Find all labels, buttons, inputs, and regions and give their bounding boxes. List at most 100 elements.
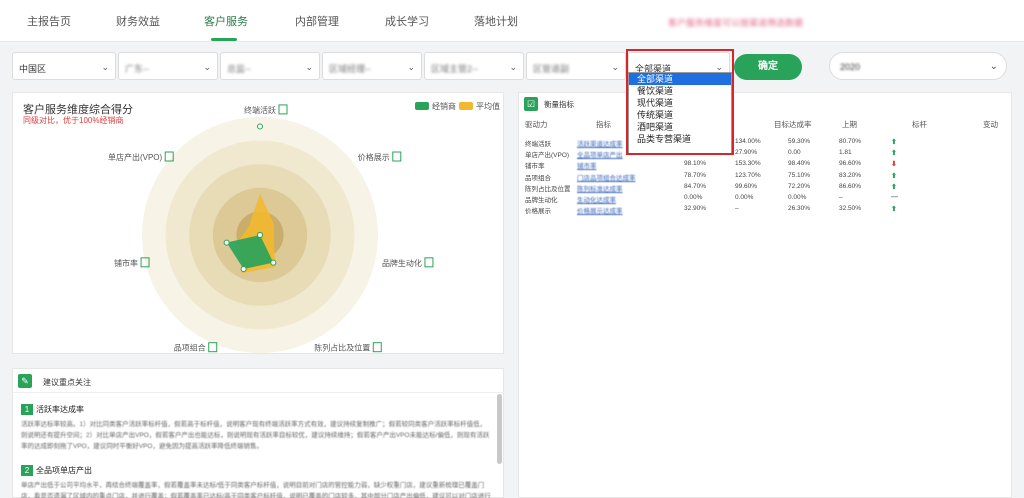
radar-card: 客户服务维度综合得分 同级对比，优于100%经销商 经销商 平均值 终端活跃 价格… bbox=[12, 92, 504, 354]
tab-internal-management[interactable]: 内部管理 bbox=[295, 13, 339, 29]
advice-item-number: 1 bbox=[21, 404, 33, 415]
advice-item-title: 全品项单店产出 bbox=[36, 466, 92, 475]
cell-prev: 32.50% bbox=[839, 205, 862, 213]
kpi-table-card: ☑ 衡量指标 驱动力 指标 目标达成率 上期 标杆 变动 终端活跃 活跃渠道达成率… bbox=[518, 92, 1012, 498]
table-row: 铺市率 铺市率 98.10% 153.30% 98.40% 96.60% ⬇ bbox=[519, 159, 1013, 170]
province-select-value: 广东-- bbox=[125, 64, 149, 74]
active-tab-indicator bbox=[211, 38, 237, 41]
cell-indicator[interactable]: 价格展示达成率 bbox=[577, 205, 623, 215]
cell-driver: 铺市率 bbox=[525, 163, 545, 171]
region-select[interactable]: 中国区 ⌄ bbox=[12, 52, 116, 80]
dash-icon: — bbox=[891, 194, 898, 201]
channel-option[interactable]: 全部渠道 bbox=[629, 73, 731, 85]
confirm-button[interactable]: 确定 bbox=[734, 54, 802, 80]
cell-driver: 终端活跃 bbox=[525, 141, 551, 148]
table-row: 陈列占比及位置 陈列标准达成率 84.70% 99.60% 72.20% 86.60% ⬆ bbox=[519, 182, 1013, 193]
director-select[interactable]: 总监-- ⌄ bbox=[220, 52, 320, 80]
advice-item-body: 单店产出低于公司平均水平，再结合终端覆盖率，假若覆盖率未达标/低于同类客户标杆值… bbox=[21, 482, 491, 498]
cell-target: 0.00% bbox=[788, 194, 807, 201]
cell-indicator[interactable]: 全品项单店产出 bbox=[577, 149, 623, 159]
channel-option[interactable]: 酒吧渠道 bbox=[629, 121, 731, 133]
tab-landing-plan[interactable]: 落地计划 bbox=[474, 13, 518, 29]
radar-point bbox=[240, 266, 247, 273]
report-icon bbox=[392, 151, 402, 162]
top-nav: 主报告页 财务效益 客户服务 内部管理 成长学习 落地计划 客户服务维度可以按渠… bbox=[0, 0, 1024, 42]
cell-v2: – bbox=[735, 205, 739, 213]
tab-customer-service[interactable]: 客户服务 bbox=[204, 13, 248, 29]
cell-prev: 96.60% bbox=[839, 160, 862, 168]
channel-option[interactable]: 现代渠道 bbox=[629, 97, 731, 109]
kpi-table-title: 衡量指标 bbox=[544, 100, 574, 109]
radar-axis-label: 单店产出(VPO) bbox=[108, 152, 163, 162]
channel-option[interactable]: 传统渠道 bbox=[629, 109, 731, 121]
chevron-down-icon: ⌄ bbox=[101, 62, 109, 72]
cell-driver: 单店产出(VPO) bbox=[525, 152, 570, 160]
tab-finance[interactable]: 财务效益 bbox=[116, 13, 160, 29]
radar-axis-label: 品牌生动化 bbox=[382, 258, 422, 268]
arrow-down-icon: ⬇ bbox=[891, 161, 897, 169]
tab-growth-learning[interactable]: 成长学习 bbox=[385, 13, 429, 29]
deputy-select-value: 区管道副 bbox=[533, 64, 570, 74]
deputy-select[interactable]: 区管道副 ⌄ bbox=[526, 52, 626, 80]
area-supervisor-select-value: 区域主管2-- bbox=[431, 64, 478, 74]
cell-prev: 80.70% bbox=[839, 138, 862, 145]
table-row: 单店产出(VPO) 全品项单店产出 27.90% 0.00 1.81 ⬆ bbox=[519, 148, 1013, 159]
cell-indicator[interactable]: 活跃渠道达成率 bbox=[577, 138, 623, 148]
cell-v2: 123.70% bbox=[735, 171, 761, 179]
cell-v2: 0.00% bbox=[735, 194, 754, 201]
cell-driver: 品牌生动化 bbox=[525, 197, 558, 204]
cell-v2: 153.30% bbox=[735, 160, 761, 168]
cell-v1: 98.10% bbox=[684, 160, 707, 168]
cell-prev: 83.20% bbox=[839, 171, 862, 179]
cell-target: 26.30% bbox=[788, 205, 811, 213]
advice-item-number: 2 bbox=[21, 465, 33, 476]
cell-driver: 品项组合 bbox=[525, 174, 551, 182]
radar-chart: 终端活跃价格展示品牌生动化陈列占比及位置 品项组合 铺市率 单店产出(VPO) bbox=[108, 104, 434, 353]
chevron-down-icon: ⌄ bbox=[203, 62, 211, 72]
advice-title: 建议重点关注 bbox=[43, 378, 91, 387]
cell-indicator[interactable]: 陈列标准达成率 bbox=[577, 183, 623, 193]
chevron-down-icon: ⌄ bbox=[611, 62, 619, 72]
radar-axis-label: 终端活跃 bbox=[244, 105, 276, 115]
date-select[interactable]: 2020 ⌄ bbox=[829, 52, 1007, 80]
cell-indicator[interactable]: 铺市率 bbox=[577, 160, 597, 170]
cell-prev: – bbox=[839, 194, 843, 201]
arrow-up-icon: ⬆ bbox=[891, 183, 897, 191]
radar-axis-label: 陈列占比及位置 bbox=[314, 343, 370, 353]
area-supervisor-select[interactable]: 区域主管2-- ⌄ bbox=[424, 52, 524, 80]
table-row: 品项组合 门店品项组合达成率 78.70% 123.70% 75.10% 83.20% ⬆ bbox=[519, 171, 1013, 182]
channel-option[interactable]: 餐饮渠道 bbox=[629, 85, 731, 97]
report-icon bbox=[424, 257, 434, 268]
tab-main-report[interactable]: 主报告页 bbox=[27, 13, 71, 29]
cell-target: 0.00 bbox=[788, 149, 801, 157]
chevron-down-icon: ⌄ bbox=[989, 61, 998, 72]
cell-v2: 134.00% bbox=[735, 138, 761, 145]
column-header-indicator: 指标 bbox=[596, 120, 611, 129]
region-select-value: 中国区 bbox=[19, 64, 47, 74]
cell-v1: 84.70% bbox=[684, 182, 707, 190]
cell-prev: 86.60% bbox=[839, 182, 862, 190]
advice-item-body: 活跃率达标率较高。1）对比同类客户活跃率标杆值，假若高于标杆值，说明客户现有终端… bbox=[21, 421, 490, 450]
area-manager-select[interactable]: 区域经理-- ⌄ bbox=[322, 52, 422, 80]
province-select[interactable]: 广东-- ⌄ bbox=[118, 52, 218, 80]
cell-target: 59.30% bbox=[788, 138, 811, 145]
chevron-down-icon: ⌄ bbox=[509, 62, 517, 72]
area-manager-select-value: 区域经理-- bbox=[329, 64, 371, 74]
radar-point bbox=[257, 123, 263, 130]
radar-point bbox=[223, 239, 230, 246]
director-select-value: 总监-- bbox=[227, 64, 251, 74]
channel-dropdown: 全部渠道 餐饮渠道 现代渠道 传统渠道 酒吧渠道 品类专营渠道 bbox=[628, 72, 732, 154]
cell-indicator[interactable]: 生动化达成率 bbox=[577, 194, 616, 204]
cell-indicator[interactable]: 门店品项组合达成率 bbox=[577, 172, 636, 182]
cell-v1: 78.70% bbox=[684, 171, 707, 179]
advice-scrollbar[interactable] bbox=[497, 394, 502, 464]
channel-option[interactable]: 品类专营渠道 bbox=[629, 133, 731, 145]
blurred-notice: 客户服务维度可以按渠道筛选数据 bbox=[668, 18, 804, 28]
cell-prev: 1.81 bbox=[839, 149, 852, 157]
chevron-down-icon: ⌄ bbox=[305, 62, 313, 72]
date-select-value: 2020 bbox=[840, 62, 861, 72]
radar-axis-label: 品项组合 bbox=[174, 343, 206, 353]
radar-point bbox=[270, 259, 277, 266]
column-header-prev: 上期 bbox=[842, 120, 857, 129]
cell-v2: 99.60% bbox=[735, 182, 758, 190]
